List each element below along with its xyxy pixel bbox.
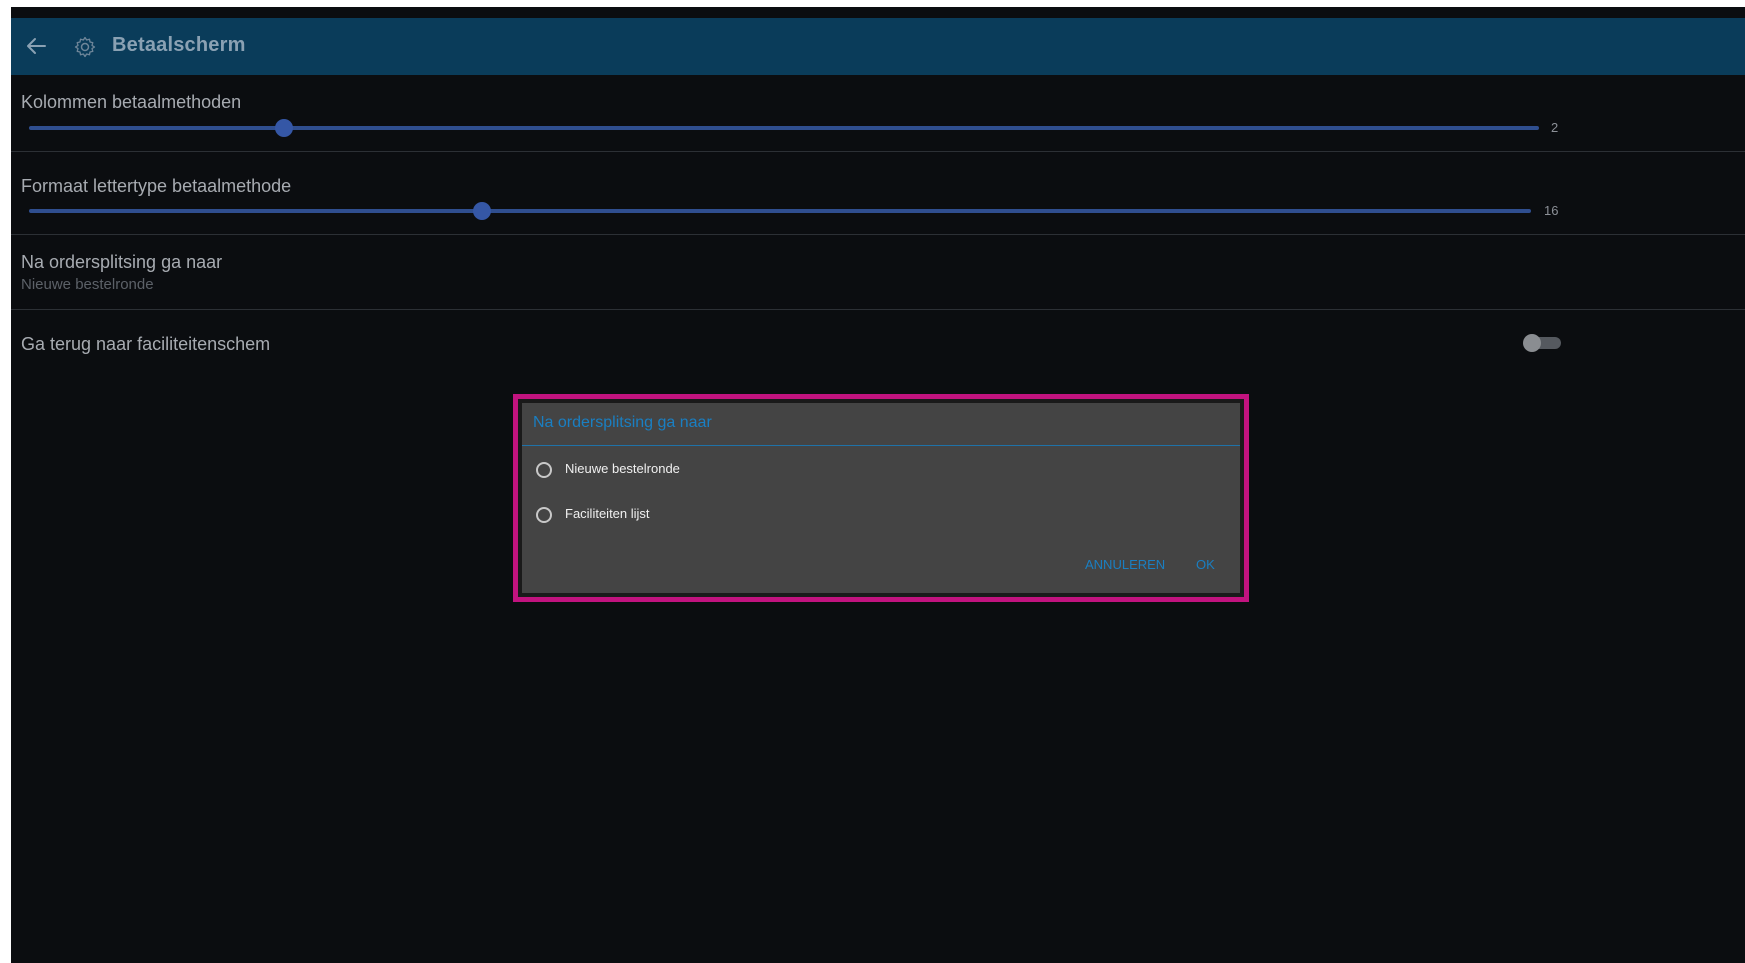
radio-unselected-icon[interactable] [536, 507, 552, 523]
setting-after-split[interactable]: Na ordersplitsing ga naar Nieuwe bestelr… [11, 235, 1745, 309]
setting-back-to-facilities: Ga terug naar faciliteitenschem [11, 310, 1745, 380]
font-size-slider-value: 16 [1544, 203, 1559, 218]
dialog-title: Na ordersplitsing ga naar [533, 414, 712, 431]
dialog-option-facilities-list[interactable]: Faciliteiten lijst [536, 505, 936, 529]
setting-after-split-label: Na ordersplitsing ga naar [21, 252, 223, 272]
columns-slider-thumb[interactable] [275, 119, 293, 137]
setting-back-to-facilities-label: Ga terug naar faciliteitenschem [21, 334, 271, 354]
dialog-title-divider [522, 445, 1240, 446]
setting-columns: Kolommen betaalmethoden 2 [11, 75, 1745, 159]
columns-slider-value: 2 [1551, 120, 1559, 135]
setting-font-size: Formaat lettertype betaalmethode 16 [11, 152, 1745, 235]
gear-icon [74, 36, 96, 58]
radio-unselected-icon[interactable] [536, 462, 552, 478]
app-bar: Betaalscherm [11, 18, 1745, 75]
dialog-option-new-round[interactable]: Nieuwe bestelronde [536, 460, 936, 484]
setting-font-size-label: Formaat lettertype betaalmethode [21, 176, 292, 196]
font-size-slider-track[interactable] [29, 209, 1531, 213]
setting-columns-label: Kolommen betaalmethoden [21, 92, 242, 112]
page-title: Betaalscherm [112, 34, 246, 56]
ok-button[interactable]: OK [1196, 557, 1215, 572]
toggle-switch-thumb[interactable] [1523, 334, 1541, 352]
dialog-option-label: Nieuwe bestelronde [565, 461, 680, 476]
arrow-left-icon[interactable] [25, 36, 47, 56]
columns-slider-track[interactable] [29, 126, 1539, 130]
dialog-option-label: Faciliteiten lijst [565, 506, 650, 521]
cancel-button[interactable]: ANNULEREN [1085, 557, 1165, 572]
choice-dialog: Na ordersplitsing ga naar Nieuwe bestelr… [522, 403, 1240, 593]
setting-after-split-value: Nieuwe bestelronde [21, 276, 154, 293]
font-size-slider-thumb[interactable] [473, 202, 491, 220]
